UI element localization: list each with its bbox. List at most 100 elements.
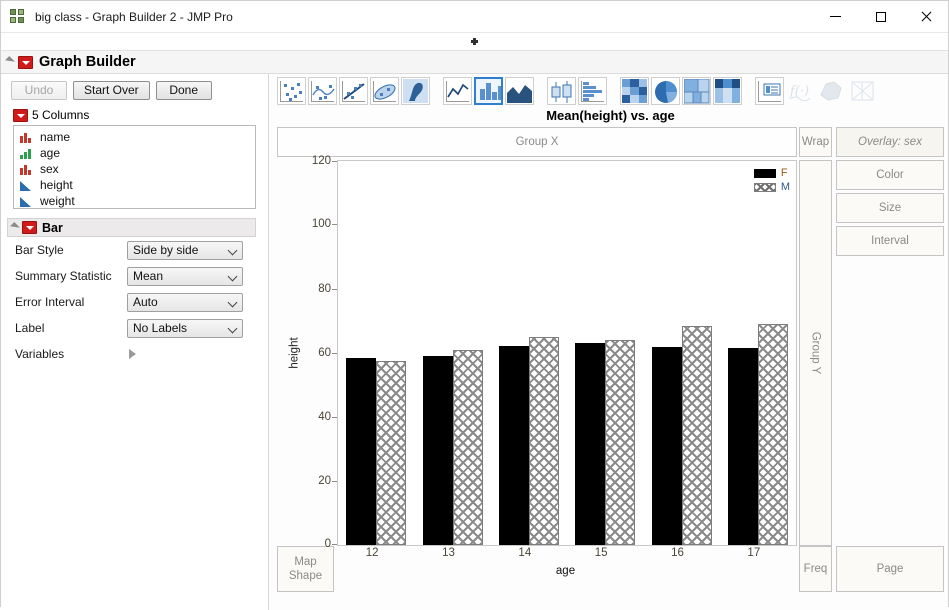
- map-shape-dropzone[interactable]: Map Shape: [277, 546, 334, 592]
- variables-expand-icon[interactable]: [129, 349, 136, 359]
- mosaic-icon[interactable]: [713, 77, 742, 105]
- line-chart-icon[interactable]: [443, 77, 472, 105]
- bar-17-F[interactable]: [727, 348, 758, 545]
- x-tick-14: 14: [518, 547, 532, 559]
- close-icon: [920, 11, 932, 23]
- y-tick-120: 120: [311, 155, 331, 167]
- bar-red-triangle-icon[interactable]: [22, 221, 37, 234]
- legend[interactable]: F M: [753, 166, 790, 194]
- group-x-dropzone[interactable]: Group X: [277, 127, 797, 157]
- columns-panel-header[interactable]: 5 Columns: [1, 106, 268, 125]
- column-item-sex[interactable]: sex: [14, 161, 255, 177]
- graph-builder-outline-header[interactable]: Graph Builder: [1, 50, 948, 74]
- ordinal-icon: [20, 148, 33, 159]
- graph-type-toolbar: f(·): [269, 74, 948, 108]
- y-tick-0: 0: [324, 538, 331, 550]
- x-axis-area: 12 13 14 15 16 17 age: [334, 546, 797, 577]
- ribbon-overflow-icon[interactable]: [473, 40, 476, 43]
- jmp-graph-builder-window: big class - Graph Builder 2 - JMP Pro Gr…: [0, 0, 949, 610]
- minimize-button[interactable]: [813, 1, 858, 32]
- y-axis-title: height: [288, 337, 301, 369]
- legend-swatch-m: [753, 182, 776, 192]
- start-over-button[interactable]: Start Over: [73, 81, 150, 100]
- legend-label-m: M: [780, 181, 790, 193]
- label-value: No Labels: [133, 321, 188, 335]
- bar-14-F[interactable]: [498, 345, 529, 545]
- bar-chart-icon[interactable]: [474, 77, 503, 105]
- size-dropzone[interactable]: Size: [836, 193, 944, 223]
- column-item-age[interactable]: age: [14, 145, 255, 161]
- columns-red-triangle-icon[interactable]: [13, 108, 28, 122]
- overlay-dropzone[interactable]: Overlay: sex: [836, 127, 944, 157]
- outline-disclosure-icon[interactable]: [5, 56, 15, 66]
- maximize-button[interactable]: [858, 1, 903, 32]
- plot-row: height 0 20 40 60 80 100 120 F M Group Y…: [277, 155, 944, 550]
- bar-style-select[interactable]: Side by side: [127, 240, 243, 260]
- summary-statistic-select[interactable]: Mean: [127, 266, 243, 286]
- map-shape-label-line1: Map: [294, 556, 317, 568]
- nominal-icon: [20, 132, 33, 143]
- columns-list[interactable]: name age sex height weight: [13, 125, 256, 209]
- bar-15-F[interactable]: [575, 343, 606, 545]
- column-item-height[interactable]: height: [14, 177, 255, 193]
- bar-13-M[interactable]: [452, 349, 483, 545]
- bar-13-F[interactable]: [422, 356, 453, 545]
- box-plot-icon[interactable]: [547, 77, 576, 105]
- area-chart-icon[interactable]: [505, 77, 534, 105]
- bar-14-M[interactable]: [528, 337, 559, 545]
- bar-16-M[interactable]: [681, 325, 712, 545]
- caption-box-icon[interactable]: [755, 77, 784, 105]
- legend-label-f: F: [780, 167, 788, 179]
- pie-chart-icon[interactable]: [651, 77, 680, 105]
- summary-statistic-value: Mean: [133, 269, 164, 283]
- column-label: name: [40, 130, 71, 144]
- column-label: height: [40, 178, 73, 192]
- treemap-icon[interactable]: [682, 77, 711, 105]
- columns-count-label: 5 Columns: [32, 108, 90, 122]
- ellipse-icon[interactable]: [370, 77, 399, 105]
- option-row-variables: Variables: [1, 341, 268, 367]
- bar-disclosure-icon[interactable]: [10, 221, 20, 232]
- error-interval-value: Auto: [133, 295, 158, 309]
- contour-icon[interactable]: [401, 77, 430, 105]
- histogram-icon[interactable]: [578, 77, 607, 105]
- close-button[interactable]: [903, 1, 948, 32]
- smoother-icon[interactable]: [308, 77, 337, 105]
- main-split: Undo Start Over Done 5 Columns name age: [1, 74, 948, 610]
- column-item-name[interactable]: name: [14, 129, 255, 145]
- legend-item-m[interactable]: M: [753, 180, 790, 194]
- freq-dropzone[interactable]: Freq: [799, 546, 832, 592]
- line-of-fit-icon[interactable]: [339, 77, 368, 105]
- svg-text:f(·): f(·): [789, 84, 809, 99]
- continuous-icon: [20, 196, 33, 207]
- bar-16-F[interactable]: [651, 346, 682, 545]
- legend-swatch-f: [753, 168, 776, 178]
- y-tick-80: 80: [318, 283, 331, 295]
- color-dropzone[interactable]: Color: [836, 160, 944, 190]
- legend-item-f[interactable]: F: [753, 166, 790, 180]
- wrap-dropzone[interactable]: Wrap: [799, 127, 832, 157]
- variables-label: Variables: [15, 347, 65, 361]
- bar-15-M[interactable]: [605, 340, 636, 545]
- undo-button[interactable]: Undo: [11, 81, 67, 100]
- window-title: big class - Graph Builder 2 - JMP Pro: [35, 9, 233, 24]
- red-triangle-menu-icon[interactable]: [18, 55, 33, 69]
- interval-dropzone[interactable]: Interval: [836, 226, 944, 256]
- heatmap-icon[interactable]: [620, 77, 649, 105]
- option-row-label: Label No Labels: [1, 315, 268, 341]
- bar-12-M[interactable]: [376, 361, 407, 545]
- bar-12-F[interactable]: [346, 357, 377, 545]
- done-button[interactable]: Done: [155, 81, 212, 100]
- column-item-weight[interactable]: weight: [14, 193, 255, 209]
- group-y-dropzone[interactable]: Group Y: [799, 160, 832, 546]
- bar-17-M[interactable]: [757, 324, 788, 545]
- label-select[interactable]: No Labels: [127, 318, 243, 338]
- bar-options-header[interactable]: Bar: [7, 218, 256, 237]
- plot-area[interactable]: F M: [337, 160, 797, 546]
- points-icon[interactable]: [277, 77, 306, 105]
- error-interval-select[interactable]: Auto: [127, 292, 243, 312]
- y-tick-20: 20: [318, 475, 331, 487]
- page-dropzone[interactable]: Page: [836, 546, 944, 592]
- parallel-plot-icon: [848, 77, 877, 105]
- group-y-label: Group Y: [809, 331, 822, 375]
